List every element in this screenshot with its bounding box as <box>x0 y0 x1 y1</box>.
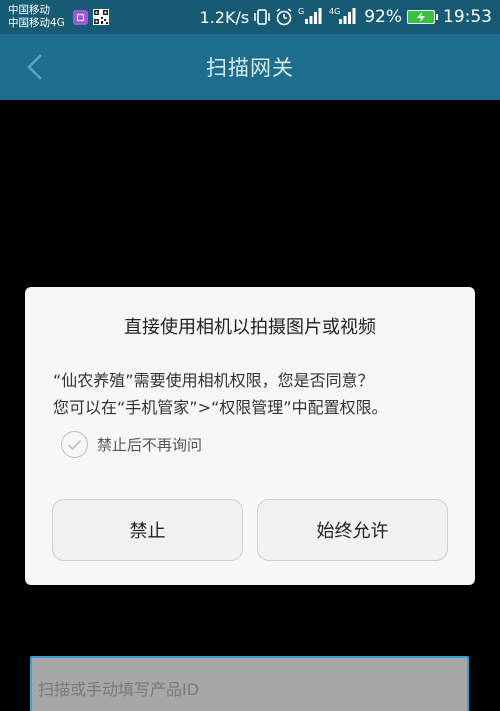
signal-icon-1: G <box>298 6 324 29</box>
checkmark-circle-icon <box>61 431 88 458</box>
status-bar: 中国移动 中国移动4G 1.2K/s G 4G 92% 19:53 <box>0 0 500 34</box>
app-bar: 扫描网关 <box>0 34 500 100</box>
dialog-buttons: 禁止 始终允许 <box>52 499 448 561</box>
carrier-info: 中国移动 中国移动4G <box>8 4 65 30</box>
dialog-message-line-1: “仙农养殖”需要使用相机权限，您是否同意？ <box>53 371 374 390</box>
clock: 19:53 <box>443 7 492 27</box>
dont-ask-again-checkbox[interactable]: 禁止后不再询问 <box>61 431 202 458</box>
deny-button[interactable]: 禁止 <box>52 499 243 561</box>
vibrate-icon <box>254 9 270 25</box>
dialog-title: 直接使用相机以拍摄图片或视频 <box>124 317 376 338</box>
page-title: 扫描网关 <box>206 56 294 80</box>
notification-icons <box>72 9 109 25</box>
battery-charging-icon <box>407 10 438 24</box>
back-button[interactable] <box>18 50 52 84</box>
dialog-message: “仙农养殖”需要使用相机权限，您是否同意？ 您可以在“手机管家”>“权限管理”中… <box>53 367 447 421</box>
signal-label: G <box>298 7 304 16</box>
status-right: 1.2K/s G 4G 92% 19:53 <box>200 6 492 29</box>
net-speed: 1.2K/s <box>199 7 250 27</box>
signal-icon-2: 4G <box>329 6 359 29</box>
dialog-message-line-2: 您可以在“手机管家”>“权限管理”中配置权限。 <box>53 398 388 417</box>
camera-permission-screen: 中国移动 中国移动4G 1.2K/s G 4G 92% 19:53 扫描网关 直… <box>0 0 500 711</box>
qr-code-icon <box>92 9 109 25</box>
chevron-left-icon <box>27 54 42 80</box>
battery-percent: 92% <box>364 7 402 27</box>
alarm-icon <box>276 8 292 26</box>
permission-dialog: 直接使用相机以拍摄图片或视频 “仙农养殖”需要使用相机权限，您是否同意？ 您可以… <box>25 287 475 585</box>
app-notification-icon <box>72 9 88 25</box>
product-id-input[interactable]: 扫描或手动填写产品ID <box>30 656 469 711</box>
dont-ask-again-label: 禁止后不再询问 <box>97 436 203 454</box>
carrier-2: 中国移动4G <box>8 17 65 29</box>
carrier-1: 中国移动 <box>8 4 50 16</box>
always-allow-button[interactable]: 始终允许 <box>257 499 448 561</box>
network-label: 4G <box>329 7 340 16</box>
